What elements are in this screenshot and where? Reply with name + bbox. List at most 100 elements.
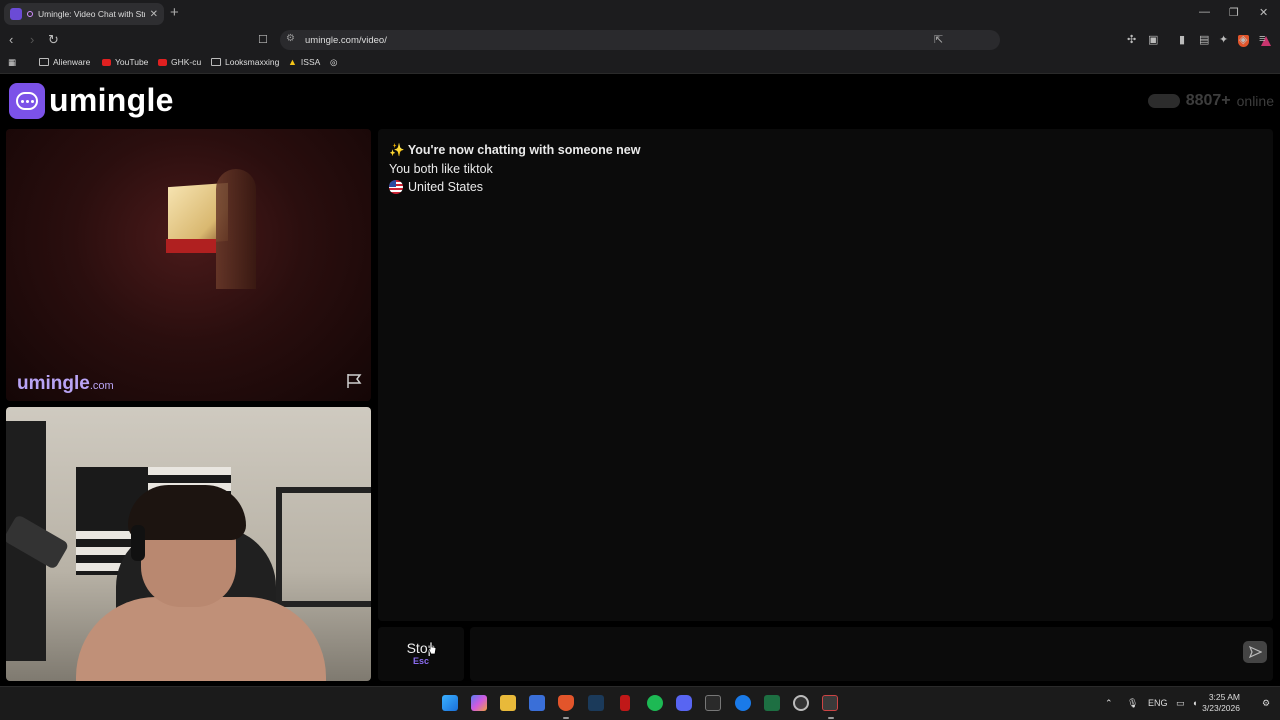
umingle-page: umingle 8807+ online umingle.com ✨ You'r… — [0, 76, 1280, 686]
bookmark-issa[interactable]: ▲ ISSA — [288, 57, 320, 67]
new-tab-button[interactable]: + — [170, 5, 179, 21]
video-person-hair — [128, 485, 246, 540]
send-button[interactable] — [1243, 641, 1267, 663]
epic-launcher-icon[interactable] — [822, 695, 838, 711]
bookmark-page-icon[interactable]: ☐ — [258, 31, 268, 49]
chat-status-title: ✨ You're now chatting with someone new — [389, 143, 640, 158]
sidebar-icon[interactable]: ▮ — [1179, 33, 1185, 46]
leo-ai-icon[interactable]: ✦ — [1219, 33, 1228, 46]
start-icon[interactable] — [442, 695, 458, 711]
store-icon[interactable] — [529, 695, 545, 711]
send-icon — [1248, 646, 1262, 658]
video-scene-object — [166, 239, 216, 253]
clock-date: 3/23/2026 — [1202, 703, 1240, 713]
online-counter: 8807+ online — [1147, 92, 1274, 110]
browser-tab-umingle[interactable]: Umingle: Video Chat with Str ✕ — [4, 3, 164, 25]
us-flag-icon — [389, 180, 403, 194]
umingle-logo-icon[interactable] — [9, 83, 45, 119]
red-app-icon[interactable] — [620, 695, 630, 711]
back-button[interactable]: ‹ — [9, 31, 13, 49]
close-window-button[interactable]: ✕ — [1259, 6, 1268, 19]
browser-tabbar: Umingle: Video Chat with Str ✕ + — ❐ ✕ — [0, 0, 1280, 28]
spotify-icon[interactable] — [647, 695, 663, 711]
country-label: United States — [408, 180, 484, 194]
active-app-indicator — [563, 717, 569, 719]
excel-icon[interactable] — [764, 695, 780, 711]
stranger-country: United States — [389, 180, 483, 194]
wallet-icon[interactable]: ▤ — [1199, 33, 1209, 46]
vpn-icon[interactable]: ◈ — [1239, 33, 1247, 46]
clock-time: 3:25 AM — [1208, 692, 1240, 702]
video-watermark: umingle.com — [17, 373, 114, 395]
url-text: umingle.com/video/ — [305, 35, 387, 46]
online-count: 8807+ — [1185, 92, 1231, 109]
message-input[interactable] — [470, 627, 1273, 681]
video-headphone — [131, 525, 145, 561]
youtube-icon — [102, 58, 111, 66]
report-flag-icon[interactable] — [345, 373, 363, 389]
epic-games-icon[interactable] — [705, 695, 721, 711]
globe-icon[interactable]: ◎ — [330, 57, 337, 68]
video-scene-bedframe — [276, 487, 371, 607]
sparkle-icon: ✨ — [389, 143, 405, 157]
microphone-icon[interactable]: 🎙 — [1127, 698, 1138, 709]
warning-icon: ▲ — [288, 57, 297, 67]
folder-icon — [211, 58, 221, 66]
file-explorer-icon[interactable] — [500, 695, 516, 711]
bookmark-looksmaxxing[interactable]: Looksmaxxing — [211, 57, 279, 67]
bookmark-label: GHK-cu — [171, 57, 202, 67]
minimize-button[interactable]: — — [1199, 6, 1210, 18]
online-label: online — [1236, 93, 1274, 109]
bookmark-ghk-cu[interactable]: GHK-cu — [158, 57, 201, 67]
online-toggle[interactable] — [1147, 94, 1180, 108]
stop-label: Stop — [406, 640, 436, 656]
brave-browser-icon[interactable] — [558, 695, 574, 711]
extensions-icon[interactable]: ✣ — [1127, 33, 1136, 46]
watermark-tld: .com — [89, 380, 114, 392]
bookmark-label: YouTube — [115, 57, 149, 67]
bookmark-label: ISSA — [300, 57, 321, 67]
video-person-body — [76, 597, 326, 681]
stranger-video: umingle.com — [6, 129, 371, 401]
tab-close-icon[interactable]: ✕ — [150, 9, 158, 20]
bookmark-label: Looksmaxxing — [225, 57, 280, 67]
watermark-brand: umingle — [17, 373, 90, 394]
notifications-icon[interactable]: ⚙ — [1262, 698, 1270, 709]
apps-grid-icon[interactable]: ▦ — [8, 57, 16, 68]
audio-indicator-icon — [27, 11, 33, 17]
steelseries-icon[interactable] — [793, 695, 809, 711]
windows-taskbar: ⌃ 🎙 ENG ▭ ◖ 3:25 AM 3/23/2026 ⚙ — [0, 686, 1280, 720]
bookmark-alienware[interactable]: Alienware — [39, 57, 90, 67]
bookmarks-bar: ▦ Alienware YouTube GHK-cu Looksmaxxing … — [0, 52, 1280, 74]
reload-button[interactable]: ↻ — [48, 31, 59, 49]
share-icon[interactable]: ⇱ — [934, 33, 943, 46]
address-bar[interactable]: ⚙ umingle.com/video/ ⇱ — [280, 30, 1271, 50]
folder-icon — [39, 58, 49, 66]
stop-button[interactable]: Stop Esc — [378, 627, 464, 681]
chat-status-text: You're now chatting with someone new — [407, 143, 641, 157]
chat-bubble-icon — [16, 92, 38, 110]
common-interest: You both like tiktok — [389, 162, 493, 176]
tray-overflow-icon[interactable]: ⌃ — [1105, 698, 1113, 709]
bookmark-youtube[interactable]: YouTube — [102, 57, 148, 67]
steam-icon[interactable] — [588, 695, 604, 711]
restore-button[interactable]: ❐ — [1229, 6, 1239, 19]
active-app-indicator — [828, 717, 834, 719]
bookmark-label: Alienware — [53, 57, 91, 67]
copilot-icon[interactable] — [471, 695, 487, 711]
system-clock[interactable]: 3:25 AM 3/23/2026 — [1202, 692, 1240, 714]
discord-icon[interactable] — [676, 695, 692, 711]
youtube-icon — [158, 58, 167, 66]
tab-title: Umingle: Video Chat with Str — [38, 9, 145, 19]
network-icon[interactable]: ▭ — [1176, 698, 1185, 709]
menu-icon[interactable]: ≡ — [1259, 33, 1265, 45]
browser-navbar: ‹ › ↻ ☐ ⚙ umingle.com/video/ ⇱ ✣ ▣ ▮ ▤ ✦… — [0, 28, 1280, 52]
forward-button[interactable]: › — [30, 31, 34, 49]
language-indicator[interactable]: ENG — [1148, 698, 1168, 708]
tab-search-icon[interactable]: ▣ — [1148, 33, 1158, 46]
site-logo-text[interactable]: umingle — [49, 82, 174, 119]
stop-shortcut: Esc — [412, 656, 429, 666]
volume-icon[interactable]: ◖ — [1192, 698, 1197, 708]
browser-app-icon[interactable] — [735, 695, 751, 711]
site-info-icon[interactable]: ⚙ — [286, 33, 295, 44]
